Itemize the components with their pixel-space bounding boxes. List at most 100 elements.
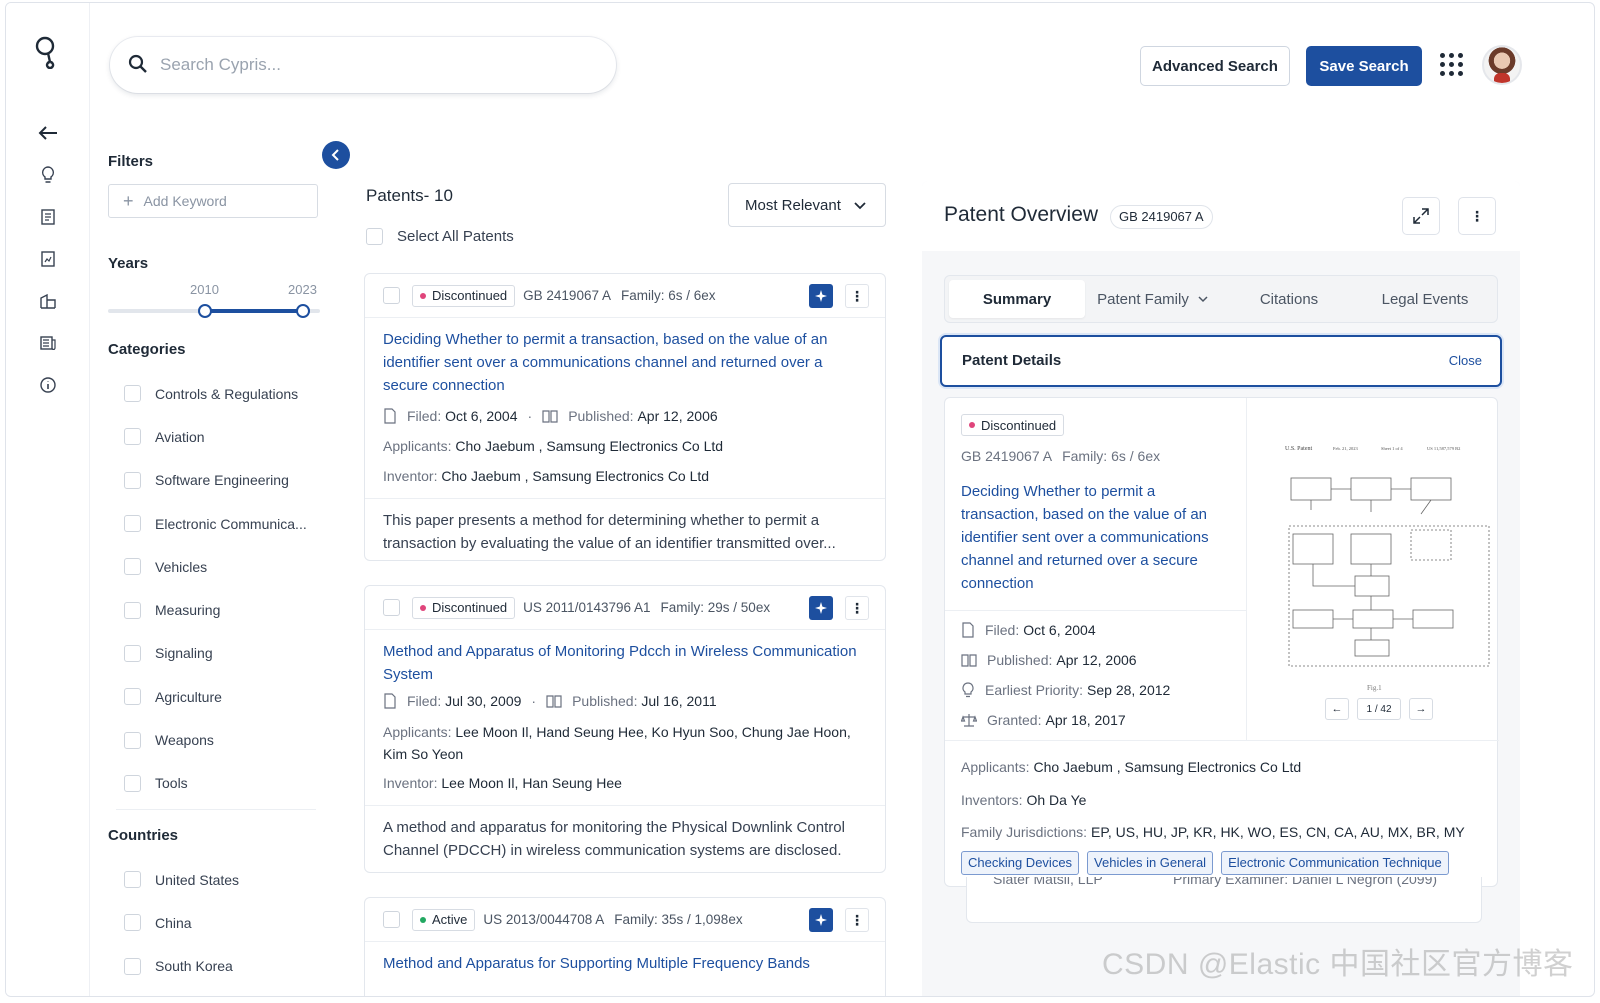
countries-title: Countries [108,827,179,844]
checkbox[interactable] [124,774,141,792]
checkbox[interactable] [124,558,141,576]
tab-summary[interactable]: Summary [949,280,1085,318]
patent-details-card: Discontinued GB 2419067 A Family: 6s / 6e… [944,397,1499,887]
year-from-handle[interactable] [198,304,212,318]
filed-label: Filed: [407,693,442,709]
watermark: CSDN @Elastic 中国社区官方博客 [1102,948,1574,981]
status-badge: Active [412,908,476,931]
tag-chip[interactable]: Vehicles in General [1087,850,1214,875]
checkbox[interactable] [124,688,141,706]
country-item[interactable]: United States [108,858,320,901]
category-item[interactable]: Tools [108,762,320,805]
category-label: Weapons [155,732,214,749]
patent-details-header[interactable]: Patent Details Close [940,335,1502,387]
checkbox[interactable] [124,731,141,749]
year-to-label: 2023 [288,282,317,297]
patent-title-link[interactable]: Method and Apparatus of Monitoring Pdcch… [383,640,869,686]
country-item[interactable]: South Korea [108,945,320,988]
tab-legal-events[interactable]: Legal Events [1357,280,1493,318]
category-item[interactable]: Software Engineering [108,459,320,502]
checkbox[interactable] [383,599,400,616]
country-item[interactable]: China [108,901,320,944]
back-arrow-icon[interactable] [38,123,58,143]
lightbulb-icon[interactable] [38,165,58,185]
sort-dropdown[interactable]: Most Relevant [728,183,886,227]
patent-card[interactable]: Discontinued US 2011/0143796 A1 Family: … [364,585,886,873]
patent-number: US 2013/0044708 A [483,912,605,927]
patent-title-link[interactable]: Method and Apparatus for Supporting Mult… [383,952,869,975]
advanced-search-button[interactable]: Advanced Search [1140,46,1290,86]
cypris-logo[interactable] [34,35,62,70]
checkbox[interactable] [124,871,141,889]
svg-text:Sheet 1 of 4: Sheet 1 of 4 [1381,446,1403,451]
prev-figure-button[interactable]: ← [1325,698,1349,720]
published-label: Published: [568,408,634,424]
checkbox[interactable] [124,471,141,489]
detail-patent-title[interactable]: Deciding Whether to permit a transaction… [961,480,1231,595]
checkbox[interactable] [124,515,141,533]
document-icon[interactable] [38,207,58,227]
inventor-value: Lee Moon Il, Han Seung Hee [441,775,622,791]
checkbox[interactable] [366,228,383,245]
published-label: Published: [572,693,638,709]
more-options-button[interactable]: ⋮ [845,596,869,620]
tab-citations[interactable]: Citations [1221,280,1357,318]
jurisdictions-label: Family Jurisdictions: [961,824,1088,841]
category-item[interactable]: Electronic Communica... [108,502,320,545]
category-item[interactable]: Signaling [108,632,320,675]
newspaper-icon[interactable] [38,333,58,353]
jurisdictions-value: EP, US, HU, JP, KR, HK, WO, ES, CN, CA, … [1091,824,1465,841]
granted-label: Granted: [987,712,1042,728]
user-avatar[interactable] [1482,45,1522,85]
overview-more-button[interactable]: ⋮ [1458,197,1496,235]
save-search-button[interactable]: Save Search [1306,46,1422,86]
checkbox[interactable] [383,911,400,928]
expand-button[interactable] [1402,197,1440,235]
category-item[interactable]: Controls & Regulations [108,372,320,415]
checkbox[interactable] [124,644,141,662]
tag-chip[interactable]: Electronic Communication Technique [1221,850,1449,875]
search-bar[interactable] [110,37,616,93]
checkbox[interactable] [124,601,141,619]
tab-patent-family[interactable]: Patent Family [1085,280,1221,318]
more-options-button[interactable]: ⋮ [845,284,869,308]
app-window: Advanced Search Save Search Filters + Ad… [5,2,1595,997]
patent-card[interactable]: Active US 2013/0044708 A Family: 35s / 1… [364,897,886,996]
select-all-patents[interactable]: Select All Patents [366,228,514,245]
checkbox[interactable] [124,385,141,403]
close-link[interactable]: Close [1449,353,1482,368]
category-item[interactable]: Vehicles [108,545,320,588]
ai-sparkle-button[interactable] [809,596,833,620]
checkbox[interactable] [124,957,141,975]
more-options-button[interactable]: ⋮ [845,908,869,932]
patent-card[interactable]: Discontinued GB 2419067 A Family: 6s / 6… [364,273,886,561]
year-range-slider[interactable] [108,304,320,318]
checkbox[interactable] [124,914,141,932]
ai-sparkle-button[interactable] [809,908,833,932]
category-item[interactable]: Aviation [108,415,320,458]
info-icon[interactable] [38,375,58,395]
apps-grid-icon[interactable] [1440,53,1464,77]
collapse-filters-button[interactable] [322,141,350,169]
patent-drawing[interactable]: U.S. Patent Feb. 21, 2023 Sheet 1 of 4 U… [1247,398,1499,740]
building-icon[interactable] [38,291,58,311]
report-icon[interactable] [38,249,58,269]
category-item[interactable]: Agriculture [108,675,320,718]
checkbox[interactable] [383,287,400,304]
tag-chip[interactable]: Checking Devices [961,850,1080,875]
next-figure-button[interactable]: → [1409,698,1433,720]
patent-overview-panel: Patent Overview GB 2419067 A ⋮ Summary P… [922,181,1520,996]
category-label: Electronic Communica... [155,515,307,532]
categories-title: Categories [108,341,186,358]
year-to-handle[interactable] [296,304,310,318]
add-keyword-field[interactable]: + Add Keyword [108,184,318,218]
inventors-label: Inventors: [961,791,1023,808]
ai-sparkle-button[interactable] [809,284,833,308]
category-label: Software Engineering [155,472,289,489]
search-input[interactable] [160,55,560,75]
category-item[interactable]: Weapons [108,718,320,761]
category-item[interactable]: Measuring [108,588,320,631]
checkbox[interactable] [124,428,141,446]
overview-tabs: Summary Patent Family Citations Legal Ev… [944,275,1498,323]
patent-title-link[interactable]: Deciding Whether to permit a transaction… [383,328,869,397]
